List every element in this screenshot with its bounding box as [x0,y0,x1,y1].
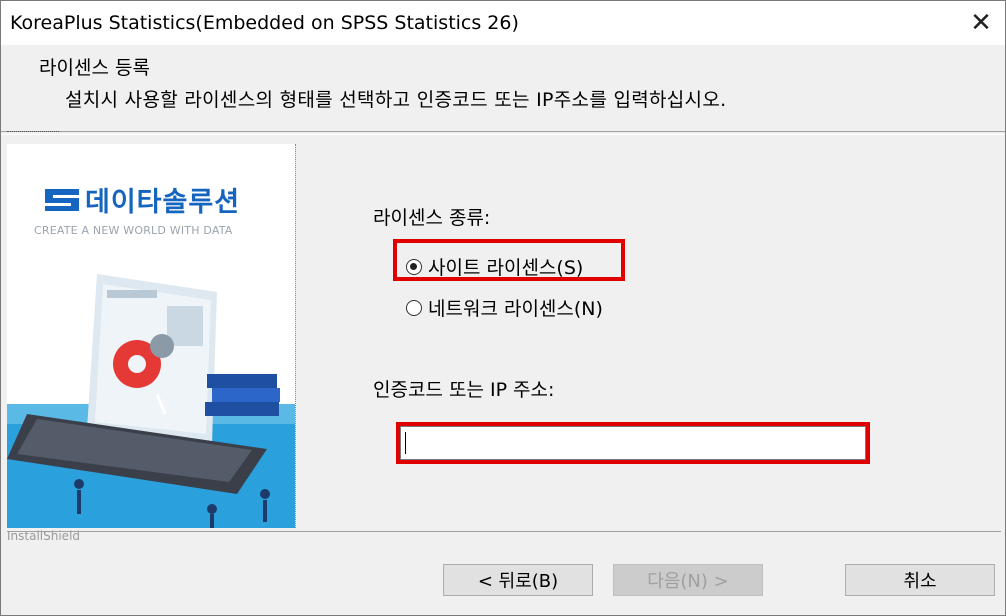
site-license-radio[interactable]: 사이트 라이센스(S) [406,253,583,280]
network-license-label[interactable]: 네트워크 라이센스(N) [428,294,603,321]
auth-code-input[interactable] [400,426,866,460]
cancel-button[interactable]: 취소 [845,564,995,596]
site-license-label[interactable]: 사이트 라이센스(S) [428,253,583,280]
title-bar: KoreaPlus Statistics(Embedded on SPSS St… [1,1,1005,45]
header-description: 설치시 사용할 라이센스의 형태를 선택하고 인증코드 또는 IP주소를 입력하… [65,89,727,111]
logo-mark-icon [45,188,79,211]
company-logo: 데이타솔루션 [45,180,240,219]
logo-tagline: CREATE A NEW WORLD WITH DATA [34,224,233,237]
radio-unselected-icon[interactable] [406,299,422,316]
laptop-illustration [7,274,295,528]
header-divider [1,131,1005,135]
text-caret [405,432,406,454]
window-title: KoreaPlus Statistics(Embedded on SPSS St… [10,12,519,34]
back-button[interactable]: < 뒤로(B) [443,564,593,596]
footer-divider [7,531,1001,532]
banner-divider [295,144,296,528]
close-icon[interactable]: ✕ [961,5,1001,41]
installer-window: KoreaPlus Statistics(Embedded on SPSS St… [0,0,1006,616]
next-button[interactable]: 다음(N) > [613,564,763,596]
radio-selected-icon[interactable] [406,258,422,275]
dotted-divider [7,131,59,132]
network-license-radio[interactable]: 네트워크 라이센스(N) [406,294,603,321]
license-type-label: 라이센스 종류: [373,207,491,229]
banner-panel: 데이타솔루션 CREATE A NEW WORLD WITH DATA [7,144,295,528]
header-title: 라이센스 등록 [39,57,150,79]
dialog-header: 라이센스 등록 설치시 사용할 라이센스의 형태를 선택하고 인증코드 또는 I… [1,45,1005,129]
auth-code-label: 인증코드 또는 IP 주소: [373,379,555,401]
logo-text: 데이타솔루션 [85,187,241,218]
